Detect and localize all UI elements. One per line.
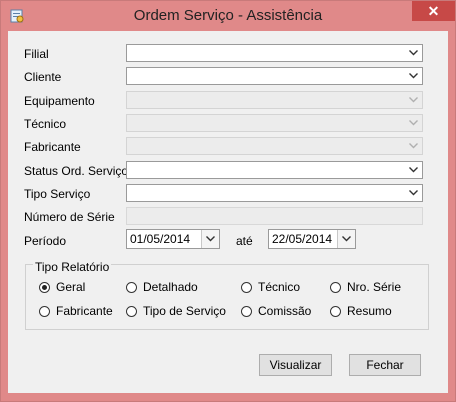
periodo-label: Período <box>24 234 67 248</box>
chevron-down-icon[interactable] <box>405 185 422 201</box>
radio-unselected-icon[interactable] <box>126 281 137 293</box>
radio-tipo-servico[interactable]: Tipo de Serviço <box>126 304 226 318</box>
periodo-start-datepicker[interactable]: 01/05/2014 <box>126 229 220 249</box>
visualizar-button[interactable]: Visualizar <box>259 354 332 376</box>
cliente-combobox[interactable] <box>126 67 423 85</box>
radio-tecnico-label: Técnico <box>258 280 301 294</box>
cliente-label: Cliente <box>24 70 62 84</box>
tipo-relatorio-legend: Tipo Relatório <box>33 260 112 274</box>
numero-serie-label: Número de Série <box>24 210 115 224</box>
chevron-down-icon <box>405 115 422 131</box>
periodo-separator: até <box>236 234 253 248</box>
fabricante-combobox <box>126 137 423 155</box>
filial-label: Filial <box>24 47 49 61</box>
radio-detalhado-label: Detalhado <box>143 280 198 294</box>
tipo-servico-combobox[interactable] <box>126 184 423 202</box>
window-border-bottom <box>1 393 455 401</box>
window-title: Ordem Serviço - Assistência <box>133 7 323 24</box>
status-label: Status Ord. Serviço <box>24 164 129 178</box>
equipamento-combobox <box>126 91 423 109</box>
chevron-down-icon <box>405 138 422 154</box>
radio-resumo[interactable]: Resumo <box>330 304 392 318</box>
window-border-left <box>1 31 8 393</box>
tipo-servico-label: Tipo Serviço <box>24 187 91 201</box>
tecnico-label: Técnico <box>24 117 67 131</box>
radio-nro-serie-label: Nro. Série <box>347 280 402 294</box>
periodo-end-value: 22/05/2014 <box>272 232 333 246</box>
radio-detalhado[interactable]: Detalhado <box>126 280 198 294</box>
calendar-dropdown-icon[interactable] <box>337 230 355 248</box>
radio-unselected-icon[interactable] <box>241 281 252 293</box>
filial-combobox[interactable] <box>126 44 423 62</box>
radio-unselected-icon[interactable] <box>39 305 50 317</box>
fechar-button[interactable]: Fechar <box>349 354 421 376</box>
fabricante-label: Fabricante <box>24 140 81 154</box>
window-border-right <box>448 31 455 393</box>
radio-resumo-label: Resumo <box>347 304 392 318</box>
radio-fabricante-label: Fabricante <box>56 304 113 318</box>
title-bar[interactable]: Ordem Serviço - Assistência ✕ <box>1 1 455 31</box>
radio-tecnico[interactable]: Técnico <box>241 280 300 294</box>
radio-comissao-label: Comissão <box>258 304 312 318</box>
chevron-down-icon <box>405 92 422 108</box>
periodo-start-value: 01/05/2014 <box>130 232 191 246</box>
radio-geral[interactable]: Geral <box>39 280 85 294</box>
chevron-down-icon[interactable] <box>405 162 422 178</box>
radio-unselected-icon[interactable] <box>330 281 341 293</box>
chevron-down-icon[interactable] <box>405 45 422 61</box>
radio-unselected-icon[interactable] <box>330 305 341 317</box>
equipamento-label: Equipamento <box>24 94 95 108</box>
close-button[interactable]: ✕ <box>412 1 455 21</box>
radio-comissao[interactable]: Comissão <box>241 304 311 318</box>
status-combobox[interactable] <box>126 161 423 179</box>
calendar-dropdown-icon[interactable] <box>201 230 219 248</box>
radio-tipo-servico-label: Tipo de Serviço <box>143 304 226 318</box>
chevron-down-icon[interactable] <box>405 68 422 84</box>
form-body: Filial Cliente Equipamento Técnico Fabri… <box>8 31 448 393</box>
radio-unselected-icon[interactable] <box>241 305 252 317</box>
tecnico-combobox <box>126 114 423 132</box>
radio-unselected-icon[interactable] <box>126 305 137 317</box>
window: Ordem Serviço - Assistência ✕ Filial Cli… <box>0 0 456 402</box>
radio-nro-serie[interactable]: Nro. Série <box>330 280 401 294</box>
radio-selected-icon[interactable] <box>39 281 50 293</box>
radio-geral-label: Geral <box>56 280 86 294</box>
numero-serie-field <box>126 207 423 225</box>
radio-fabricante[interactable]: Fabricante <box>39 304 113 318</box>
periodo-end-datepicker[interactable]: 22/05/2014 <box>268 229 356 249</box>
